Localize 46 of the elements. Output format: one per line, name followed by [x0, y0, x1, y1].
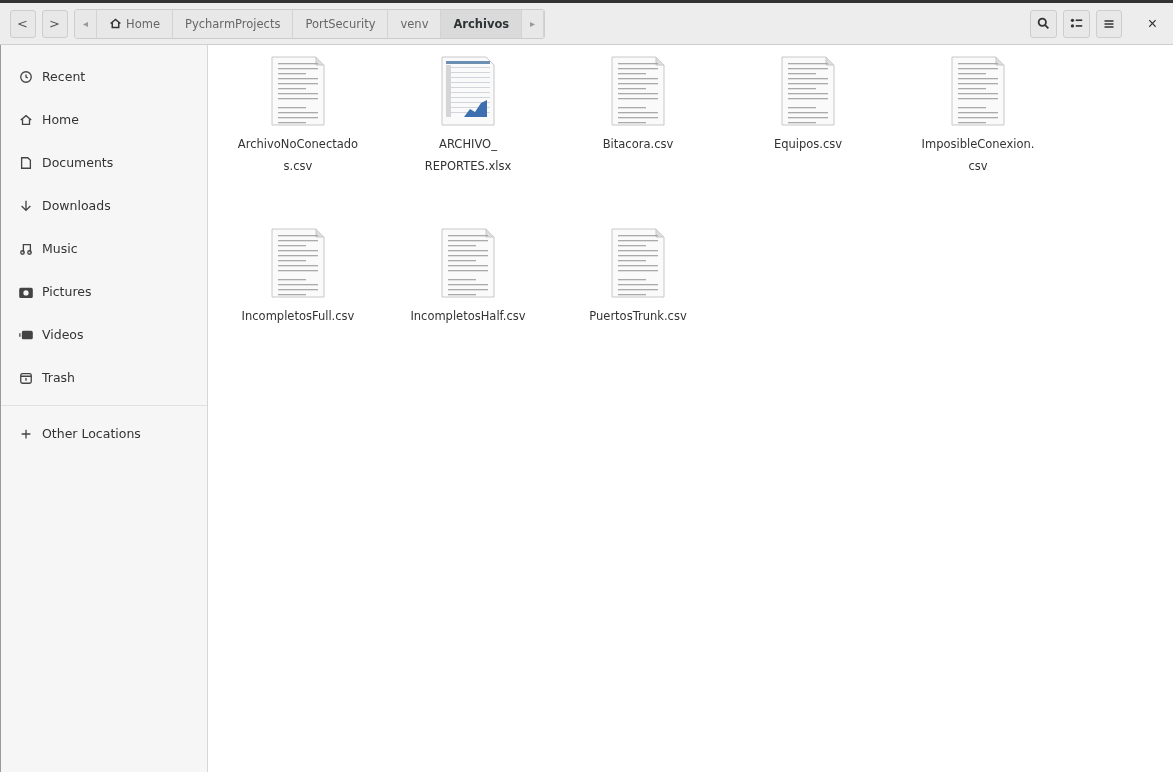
sidebar-item[interactable]: Downloads	[42, 198, 111, 213]
path-button[interactable]: Home	[97, 9, 173, 38]
home-icon	[19, 112, 33, 127]
path-button[interactable]: PycharmProjects	[172, 9, 294, 38]
text-file-icon	[610, 55, 666, 127]
search-icon	[1036, 17, 1050, 30]
sidebar-item[interactable]: Documents	[42, 155, 114, 170]
text-file-icon	[780, 55, 836, 127]
sidebar-item[interactable]: Home	[42, 112, 79, 127]
list-view-icon	[1069, 17, 1083, 30]
spreadsheet-icon	[440, 55, 496, 127]
sidebar-item[interactable]: Music	[42, 241, 78, 256]
path-button[interactable]: venv	[388, 9, 442, 38]
search-button[interactable]	[1029, 9, 1057, 38]
file-name[interactable]: PuertosTrunk.csv	[589, 305, 687, 327]
path-button[interactable]: PortSecurity	[293, 9, 389, 38]
music-icon	[19, 241, 33, 256]
download-icon	[19, 198, 33, 213]
sidebar-item[interactable]: Pictures	[42, 284, 92, 299]
file-name[interactable]: ARCHIVO_ REPORTES.xlsx	[424, 133, 512, 177]
file-name[interactable]: Equipos.csv	[773, 133, 843, 155]
trash-icon	[19, 370, 33, 385]
forward-button[interactable]: >	[42, 9, 68, 38]
home-icon	[109, 17, 122, 30]
file-name[interactable]: ImposibleConexion. csv	[921, 133, 1035, 177]
menu-button[interactable]	[1095, 9, 1122, 38]
file-name[interactable]: IncompletosHalf.csv	[410, 305, 526, 327]
text-file-icon	[440, 227, 496, 299]
clock-icon	[19, 69, 33, 84]
close-button[interactable]: ×	[1141, 13, 1163, 34]
sidebar-item[interactable]: Trash	[42, 370, 76, 385]
text-file-icon	[270, 55, 326, 127]
sidebar-item[interactable]: Other Locations	[42, 426, 141, 441]
back-button[interactable]: <	[10, 9, 36, 38]
file-name[interactable]: IncompletosFull.csv	[241, 305, 355, 327]
path-button[interactable]: Archivos	[441, 9, 523, 38]
text-file-icon	[610, 227, 666, 299]
sidebar-item[interactable]: Videos	[42, 327, 84, 342]
text-file-icon	[270, 227, 326, 299]
text-file-icon	[950, 55, 1006, 127]
view-options-button[interactable]	[1062, 9, 1090, 38]
file-name[interactable]: ArchivoNoConectado s.csv	[237, 133, 359, 177]
sidebar-item[interactable]: Recent	[42, 69, 86, 84]
menu-icon	[1102, 17, 1115, 30]
file-name[interactable]: Bitacora.csv	[602, 133, 674, 155]
document-icon	[19, 155, 33, 170]
